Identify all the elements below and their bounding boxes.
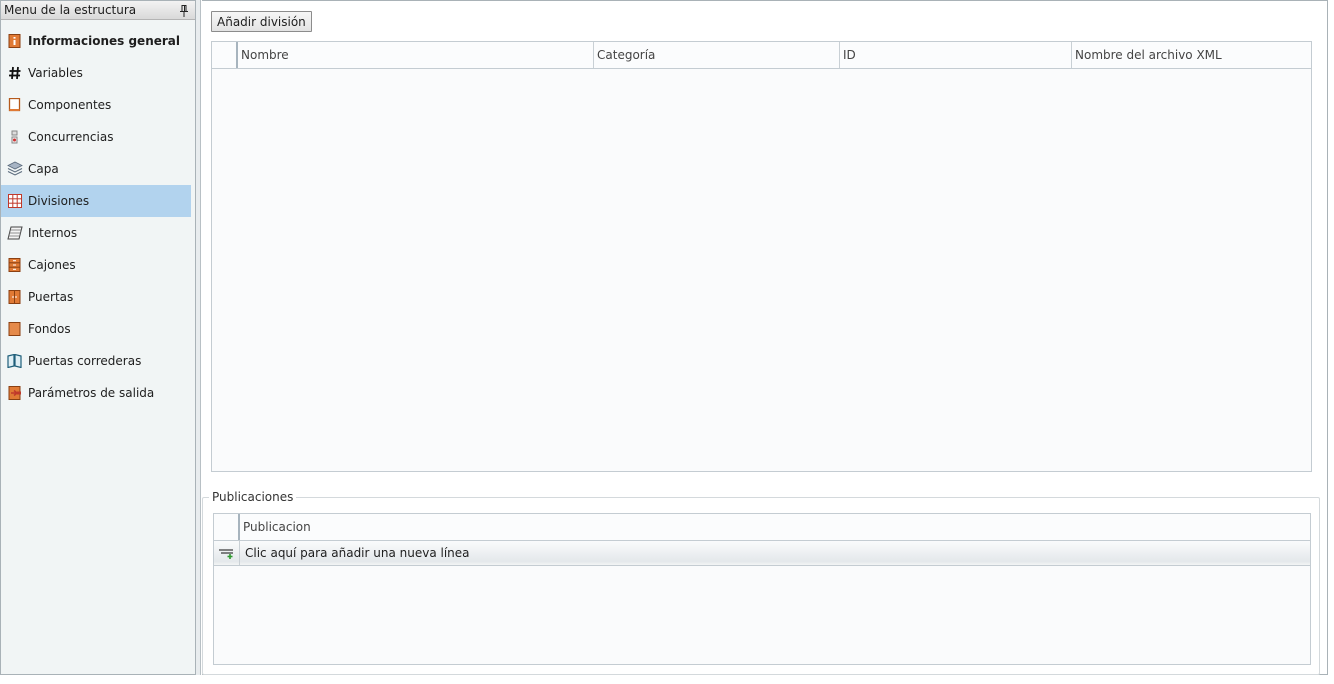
sidebar-item-label: Fondos xyxy=(28,322,71,336)
sidebar-item-concurrencias[interactable]: Concurrencias xyxy=(1,121,195,153)
grid-row-header-corner[interactable] xyxy=(212,42,238,68)
panel-splitter[interactable] xyxy=(196,0,201,675)
component-icon xyxy=(7,97,23,113)
sidebar-item-cajones[interactable]: Cajones xyxy=(1,249,195,281)
main-content: Añadir división Nombre Categoría ID Nomb… xyxy=(202,0,1328,675)
shelf-icon xyxy=(7,225,23,241)
sidebar-item-label: Puertas correderas xyxy=(28,354,142,368)
sidebar-item-label: Concurrencias xyxy=(28,130,114,144)
publicaciones-group: Publicaciones Publicacion Clic aquí para… xyxy=(202,490,1320,675)
structure-menu-header: Menu de la estructura xyxy=(1,1,195,20)
sidebar-item-componentes[interactable]: Componentes xyxy=(1,89,195,121)
sidebar-item-internos[interactable]: Internos xyxy=(1,217,195,249)
sidebar-item-label: Parámetros de salida xyxy=(28,386,155,400)
hash-icon xyxy=(7,65,23,81)
back-panel-icon xyxy=(7,321,23,337)
add-division-button[interactable]: Añadir división xyxy=(211,11,312,32)
sidebar-item-fondos[interactable]: Fondos xyxy=(1,313,195,345)
column-header-categoria[interactable]: Categoría xyxy=(594,42,840,68)
layers-icon xyxy=(7,161,23,177)
sidebar-item-label: Puertas xyxy=(28,290,74,304)
column-header-publicacion[interactable]: Publicacion xyxy=(240,514,1308,540)
structure-menu-list: Informaciones general Variables Componen… xyxy=(1,25,195,409)
sliding-door-icon xyxy=(7,353,23,369)
grid-icon xyxy=(7,193,23,209)
sidebar-item-label: Internos xyxy=(28,226,78,240)
sidebar-item-label: Divisiones xyxy=(28,194,90,208)
divisions-grid-header: Nombre Categoría ID Nombre del archivo X… xyxy=(212,42,1311,69)
sidebar-item-label: Variables xyxy=(28,66,83,80)
structure-menu-panel: Menu de la estructura Informaciones gene… xyxy=(0,0,196,675)
door-icon xyxy=(7,289,23,305)
sidebar-item-variables[interactable]: Variables xyxy=(1,57,195,89)
sidebar-item-parametros-de-salida[interactable]: Parámetros de salida xyxy=(1,377,195,409)
publicaciones-grid-header: Publicacion xyxy=(214,514,1310,541)
add-new-row[interactable]: Clic aquí para añadir una nueva línea xyxy=(214,541,1310,566)
export-icon xyxy=(7,385,23,401)
add-new-row-label[interactable]: Clic aquí para añadir una nueva línea xyxy=(240,541,470,565)
drawer-icon xyxy=(7,257,23,273)
column-header-nombre-archivo-xml[interactable]: Nombre del archivo XML xyxy=(1072,42,1311,68)
pin-icon[interactable] xyxy=(179,4,189,17)
sidebar-item-informaciones-general[interactable]: Informaciones general xyxy=(1,25,195,57)
sidebar-item-capa[interactable]: Capa xyxy=(1,153,195,185)
structure-menu-title: Menu de la estructura xyxy=(4,3,137,17)
sidebar-item-puertas[interactable]: Puertas xyxy=(1,281,195,313)
concurrence-icon xyxy=(7,129,23,145)
sidebar-item-puertas-correderas[interactable]: Puertas correderas xyxy=(1,345,195,377)
grid-row-header-corner[interactable] xyxy=(214,514,240,540)
divisions-grid[interactable]: Nombre Categoría ID Nombre del archivo X… xyxy=(211,41,1312,472)
sidebar-item-label: Informaciones general xyxy=(28,34,181,48)
info-icon xyxy=(7,33,23,49)
add-row-icon[interactable] xyxy=(214,541,240,565)
column-header-id[interactable]: ID xyxy=(840,42,1072,68)
sidebar-item-label: Componentes xyxy=(28,98,112,112)
sidebar-item-label: Cajones xyxy=(28,258,76,272)
publicaciones-title: Publicaciones xyxy=(209,490,297,504)
app-window: Menu de la estructura Informaciones gene… xyxy=(0,0,1334,684)
publicaciones-grid[interactable]: Publicacion Clic aquí para añadir una nu… xyxy=(213,513,1311,665)
sidebar-item-label: Capa xyxy=(28,162,59,176)
column-header-nombre[interactable]: Nombre xyxy=(238,42,594,68)
sidebar-item-divisiones[interactable]: Divisiones xyxy=(1,185,191,217)
